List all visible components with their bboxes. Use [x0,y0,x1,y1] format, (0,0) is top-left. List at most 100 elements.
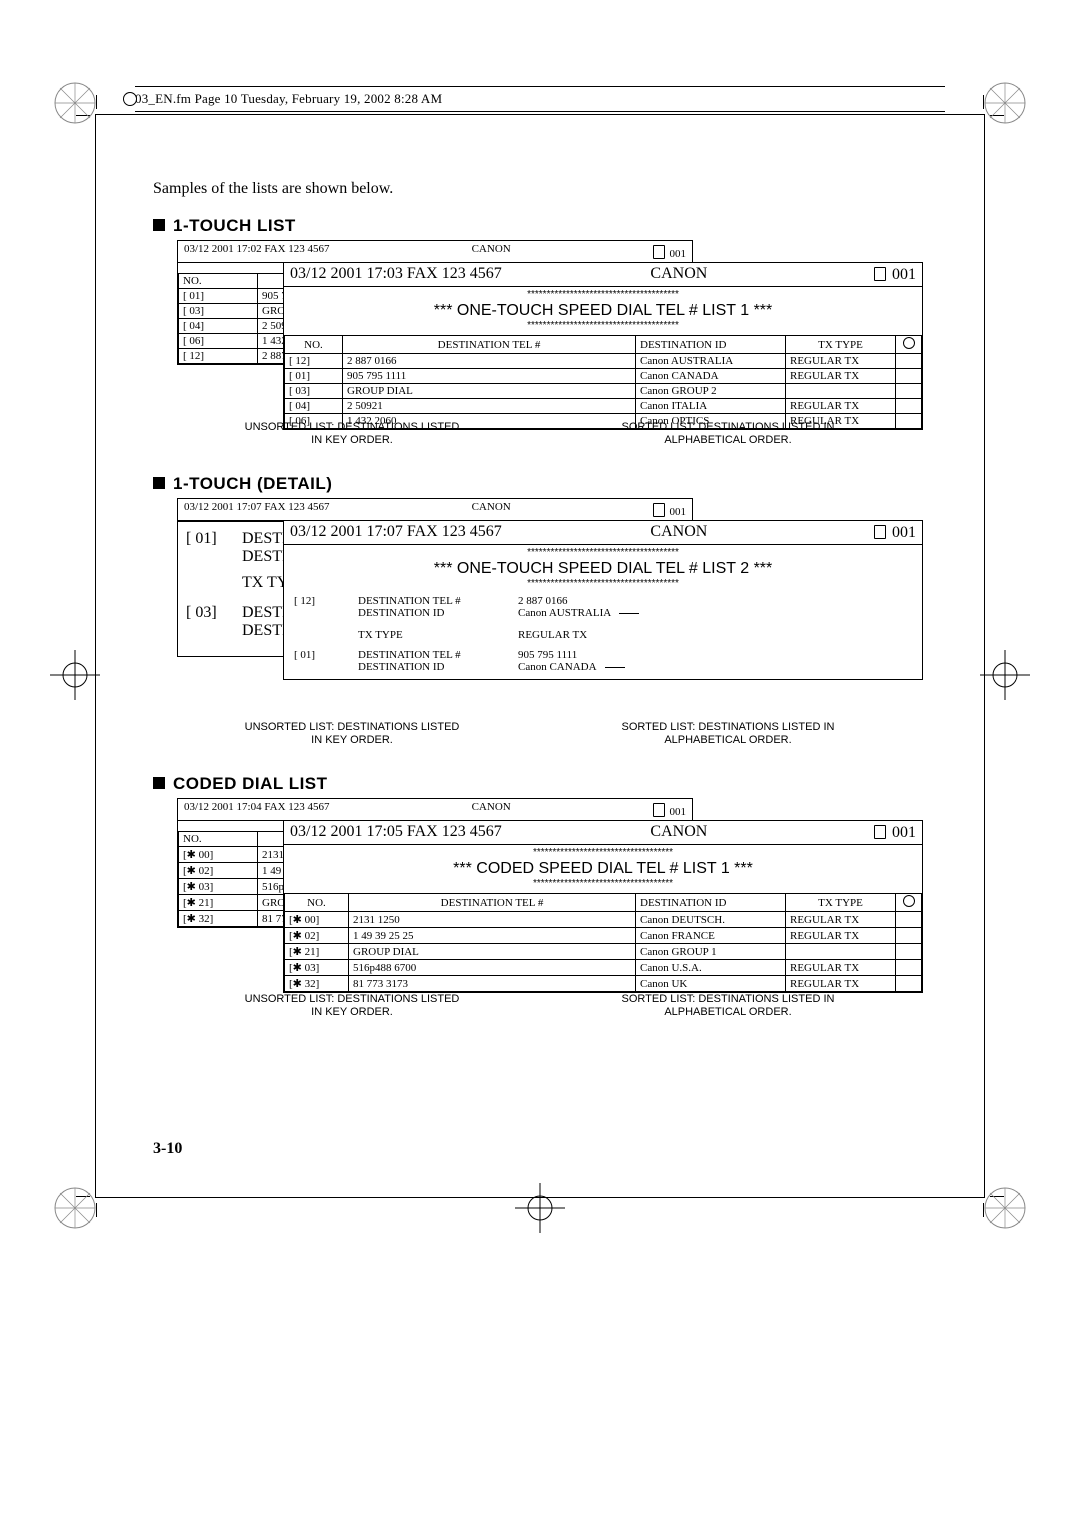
cell-no: [✱ 02] [285,928,349,944]
banner-stars: *************************************** [284,289,922,300]
col-no: NO. [179,274,258,289]
col-header: NO. [285,336,343,354]
cell-id: Canon GROUP 1 [636,944,786,960]
cell-id: Canon ITALIA [636,399,786,414]
cell-tx: REGULAR TX [786,912,896,928]
ornament-icon [50,78,100,128]
report-header-center: CANON [502,523,856,542]
col-header [896,894,922,912]
ornament-icon [980,1183,1030,1233]
cell-idx: [ 04] [179,319,258,334]
col-header: DESTINATION TEL # [343,336,636,354]
col-header: DESTINATION ID [636,894,786,912]
cell-mark [896,960,922,976]
cell-idx: [ 03] [179,304,258,319]
report-header-right: 001 [653,243,686,260]
page-icon [653,803,665,817]
cell-mark [896,384,922,399]
connector-line-icon [605,667,625,668]
cell-no: [ 12] [285,354,343,369]
cell-no: [✱ 00] [285,912,349,928]
report-header-center: CANON [472,801,511,818]
cell-tel: 2131 1250 [349,912,636,928]
cell-tx: REGULAR TX [786,960,896,976]
cell-idx: [✱ 21] [179,895,258,911]
section-title-label: CODED DIAL LIST [173,774,328,793]
banner-stars: *************************************** [284,320,922,331]
col-header: DESTINATION TEL # [349,894,636,912]
page-number: 3-10 [153,1140,182,1158]
cell-idx: [✱ 02] [179,863,258,879]
cell-tel: 516p488 6700 [349,960,636,976]
cell-idx: [✱ 00] [179,847,258,863]
cell-no: [ 04] [285,399,343,414]
cell-no: [ 01] [285,369,343,384]
report-header-center: CANON [472,501,511,518]
connector-line-icon [619,613,639,614]
clock-icon [903,895,915,907]
cell-tel: 1 49 39 25 25 [349,928,636,944]
col-header: DESTINATION ID [636,336,786,354]
table-row: [✱ 21]GROUP DIALCanon GROUP 1 [285,944,922,960]
cell-tx: REGULAR TX [786,399,896,414]
section-title-touch-detail: 1-TOUCH (DETAIL) [153,474,927,494]
report-header-right: 001 [856,265,916,284]
cell-tx: REGULAR TX [786,369,896,384]
report-header-left: 03/12 2001 17:04 FAX 123 4567 [184,801,330,818]
page-icon [653,245,665,259]
intro-text: Samples of the lists are shown below. [153,180,927,198]
cell-tel: 2 887 0166 [343,354,636,369]
report-header-left: 03/12 2001 17:05 FAX 123 4567 [290,823,502,842]
report-header-left: 03/12 2001 17:02 FAX 123 4567 [184,243,330,260]
cell-tel: 2 50921 [343,399,636,414]
report-header-center: CANON [472,243,511,260]
cell-mark [896,354,922,369]
cell-no: [✱ 21] [285,944,349,960]
cell-no: [ 03] [285,384,343,399]
cell-tel: GROUP DIAL [343,384,636,399]
page-icon [874,825,886,839]
section-title-coded-dial: CODED DIAL LIST [153,774,927,794]
table-row: [ 03]GROUP DIALCanon GROUP 2 [285,384,922,399]
report-header-right: 001 [856,823,916,842]
cell-tx: REGULAR TX [786,928,896,944]
touch-list-sorted: 03/12 2001 17:03 FAX 123 4567 CANON 001 … [283,262,923,430]
cell-tel: GROUP DIAL [349,944,636,960]
cell-tx [786,384,896,399]
banner-title: *** CODED SPEED DIAL TEL # LIST 1 *** [284,858,922,878]
detail-group: [ 12]DESTINATION TEL #2 887 0166DESTINAT… [284,593,922,647]
caption-unsorted: UNSORTED LIST: DESTINATIONS LISTEDIN KEY… [179,993,525,1021]
cell-mark [896,944,922,960]
coded-dial-sorted: 03/12 2001 17:05 FAX 123 4567 CANON 001 … [283,820,923,993]
col-header: TX TYPE [786,894,896,912]
page-icon [874,525,886,539]
cell-idx: [ 12] [179,349,258,364]
section-title-touch-list: 1-TOUCH LIST [153,216,927,236]
report-header-left: 03/12 2001 17:07 FAX 123 4567 [290,523,502,542]
clock-icon [903,337,915,349]
col-no: NO. [179,832,258,847]
caption-unsorted: UNSORTED LIST: DESTINATIONS LISTEDIN KEY… [179,421,525,449]
page-icon [874,267,886,281]
cell-id: Canon CANADA [636,369,786,384]
cell-mark [896,912,922,928]
ornament-icon [50,1183,100,1233]
banner-stars: ************************************ [284,878,922,889]
report-header-left: 03/12 2001 17:03 FAX 123 4567 [290,265,502,284]
section-title-label: 1-TOUCH (DETAIL) [173,474,332,493]
report-header-center: CANON [502,823,856,842]
banner-title: *** ONE-TOUCH SPEED DIAL TEL # LIST 1 **… [284,300,922,320]
bullet-square-icon [153,477,165,489]
registration-mark-icon [50,650,100,700]
cell-mark [896,928,922,944]
cell-no: [✱ 03] [285,960,349,976]
running-head: 03_EN.fm Page 10 Tuesday, February 19, 2… [135,86,945,112]
touch-detail-sorted: 03/12 2001 17:07 FAX 123 4567 CANON 001 … [283,520,923,680]
banner-title: *** ONE-TOUCH SPEED DIAL TEL # LIST 2 **… [284,558,922,578]
table-row: [ 01]905 795 1111Canon CANADAREGULAR TX [285,369,922,384]
report-header-right: 001 [653,501,686,518]
registration-mark-icon [515,1183,565,1233]
cell-idx: [✱ 03] [179,879,258,895]
page-icon [653,503,665,517]
cell-id: Canon GROUP 2 [636,384,786,399]
